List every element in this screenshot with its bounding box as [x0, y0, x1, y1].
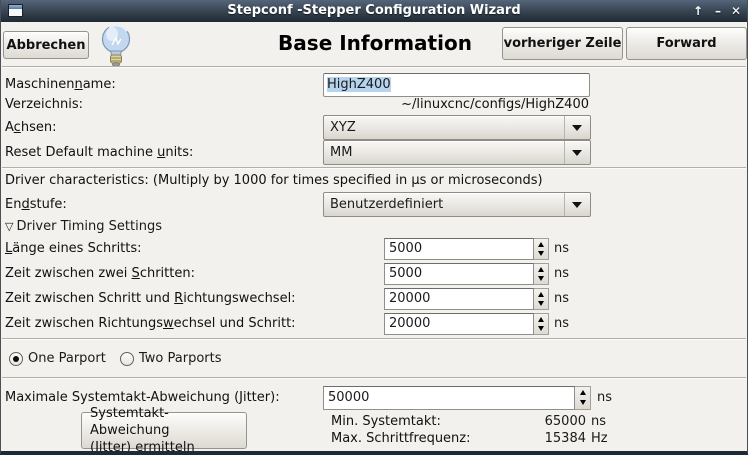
cancel-button[interactable]: Abbrechen — [3, 31, 89, 59]
forward-button[interactable]: Forward — [626, 27, 747, 60]
arrow-down-icon — [538, 301, 544, 306]
section-separator-1 — [2, 167, 746, 168]
endstufe-dropdown-arrow-icon — [564, 193, 590, 216]
units-selected-value: MM — [330, 141, 352, 164]
step-time-input[interactable]: 5000 — [384, 238, 534, 260]
step-space-stepper[interactable] — [534, 263, 549, 285]
arrow-up-icon — [538, 267, 544, 272]
step-space-input[interactable]: 5000 — [384, 263, 534, 285]
step-space-up-button[interactable] — [534, 264, 548, 274]
hint-bulb-icon — [98, 23, 134, 68]
jitter-test-button[interactable]: Systemtakt-Abweichung (Jitter) ermitteln — [81, 412, 247, 449]
units-label: Reset Default machine units: — [5, 140, 193, 165]
dir-setup-unit: ns — [554, 313, 569, 335]
arrow-down-icon — [538, 326, 544, 331]
step-time-label: Länge eines Schritts: — [5, 238, 142, 260]
min-base-period-value: 65000 — [451, 414, 586, 429]
dir-setup-stepper[interactable] — [534, 313, 549, 335]
axes-selected-value: XYZ — [330, 116, 356, 139]
step-time-unit: ns — [554, 238, 569, 260]
jitter-input[interactable]: 50000 — [323, 386, 575, 410]
jitter-down-button[interactable] — [575, 398, 590, 409]
jitter-unit: ns — [597, 386, 612, 410]
arrow-up-icon — [580, 390, 586, 395]
arrow-down-icon — [538, 276, 544, 281]
step-time-up-button[interactable] — [534, 239, 548, 249]
machine-name-label: Maschinenname: — [5, 73, 116, 97]
step-space-unit: ns — [554, 263, 569, 285]
machine-name-input[interactable]: HighZ400 — [323, 73, 590, 97]
step-time-stepper[interactable] — [534, 238, 549, 260]
minimize-button[interactable]: – — [709, 0, 727, 22]
machine-name-value: HighZ400 — [327, 77, 391, 92]
step-space-label: Zeit zwischen zwei Schritten: — [5, 263, 195, 285]
titlebar: Stepconf -Stepper Configuration Wizard ↑… — [1, 0, 747, 22]
endstufe-label: Endstufe: — [5, 192, 67, 217]
stepconf-window: Stepconf -Stepper Configuration Wizard ↑… — [0, 0, 748, 455]
arrow-up-icon — [538, 292, 544, 297]
dir-hold-unit: ns — [554, 288, 569, 310]
previous-button[interactable]: vorheriger Zeile — [502, 27, 623, 60]
dir-setup-label: Zeit zwischen Richtungswechsel und Schri… — [5, 313, 296, 335]
axes-select[interactable]: XYZ — [323, 115, 591, 140]
directory-value: ~/linuxcnc/configs/HighZ400 — [401, 97, 589, 112]
directory-label: Verzeichnis: — [5, 97, 83, 112]
dir-hold-label: Zeit zwischen Schritt und Richtungswechs… — [5, 288, 296, 310]
dir-setup-down-button[interactable] — [534, 324, 548, 334]
shade-button[interactable]: ↑ — [689, 0, 707, 22]
dir-setup-input[interactable]: 20000 — [384, 313, 534, 335]
endstufe-select[interactable]: Benutzerdefiniert — [323, 192, 591, 217]
axes-dropdown-arrow-icon — [564, 116, 590, 139]
expander-triangle-icon: ▽ — [5, 220, 13, 233]
two-parports-radio[interactable] — [120, 352, 134, 366]
arrow-down-icon — [580, 400, 586, 405]
axes-label: Achsen: — [5, 115, 56, 140]
endstufe-selected-value: Benutzerdefiniert — [330, 193, 443, 216]
dir-hold-stepper[interactable] — [534, 288, 549, 310]
one-parport-radio[interactable] — [9, 352, 23, 366]
arrow-up-icon — [538, 242, 544, 247]
toolbar-separator — [2, 66, 746, 67]
units-dropdown-arrow-icon — [564, 141, 590, 164]
dir-setup-up-button[interactable] — [534, 314, 548, 324]
window-title: Stepconf -Stepper Configuration Wizard — [1, 0, 747, 22]
min-base-period-label: Min. Systemtakt: — [331, 414, 441, 429]
arrow-up-icon — [538, 317, 544, 322]
driver-timing-expander[interactable]: ▽Driver Timing Settings — [5, 219, 162, 234]
max-step-rate-value: 15384 — [451, 431, 586, 446]
section-separator-3 — [2, 377, 746, 378]
dir-hold-down-button[interactable] — [534, 299, 548, 309]
units-select[interactable]: MM — [323, 140, 591, 165]
driver-characteristics-text: Driver characteristics: (Multiply by 100… — [5, 173, 543, 188]
jitter-stepper[interactable] — [575, 386, 591, 410]
arrow-down-icon — [538, 251, 544, 256]
min-base-period-unit: ns — [591, 414, 606, 429]
dir-hold-up-button[interactable] — [534, 289, 548, 299]
max-step-rate-label: Max. Schrittfrequenz: — [331, 431, 471, 446]
one-parport-label[interactable]: One Parport — [28, 351, 106, 366]
step-time-down-button[interactable] — [534, 249, 548, 259]
dir-hold-input[interactable]: 20000 — [384, 288, 534, 310]
section-separator-2 — [2, 338, 746, 339]
close-button[interactable]: ✕ — [727, 0, 745, 22]
step-space-down-button[interactable] — [534, 274, 548, 284]
two-parports-label[interactable]: Two Parports — [139, 351, 222, 366]
max-step-rate-unit: Hz — [591, 431, 608, 446]
jitter-up-button[interactable] — [575, 387, 590, 398]
